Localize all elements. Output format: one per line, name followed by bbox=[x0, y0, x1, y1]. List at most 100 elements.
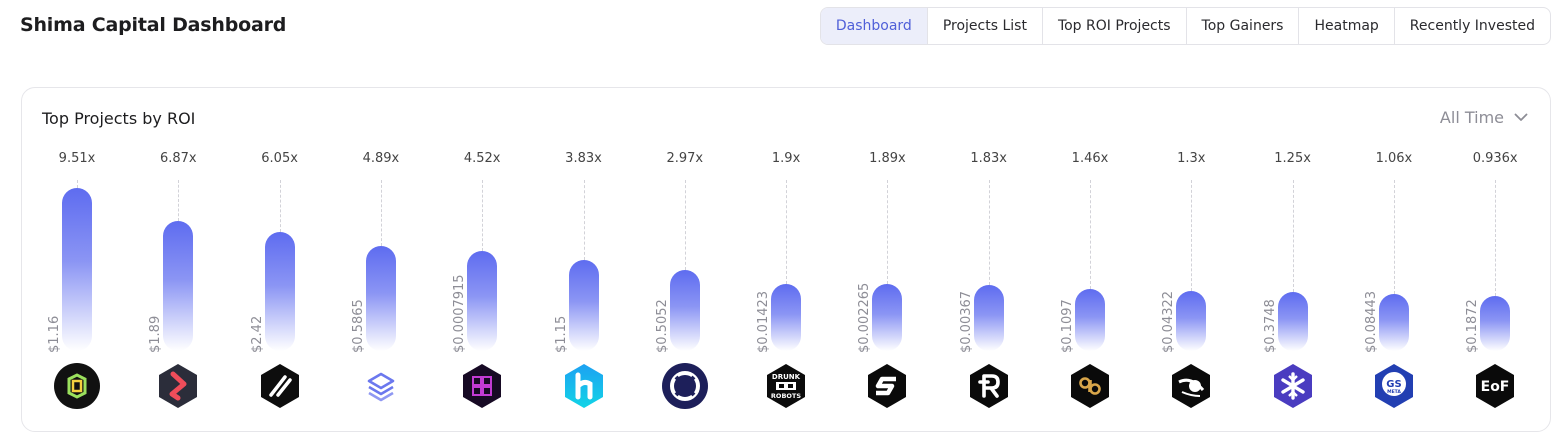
project-column[interactable]: 1.25x $0.3748 bbox=[1245, 88, 1341, 433]
blue-h-logo-icon[interactable] bbox=[560, 362, 608, 410]
roi-bar[interactable] bbox=[163, 221, 194, 351]
guide-line bbox=[583, 180, 585, 260]
black-r-logo-icon[interactable] bbox=[965, 362, 1013, 410]
roi-label: 1.89x bbox=[869, 151, 906, 166]
project-column[interactable]: 4.52x $0.0007915 bbox=[434, 88, 530, 433]
guide-line bbox=[1393, 180, 1395, 295]
tab-projects-list[interactable]: Projects List bbox=[928, 8, 1043, 44]
project-column[interactable]: 1.89x $0.002265 bbox=[839, 88, 935, 433]
svg-text:EoF: EoF bbox=[1481, 379, 1510, 395]
tab-dashboard[interactable]: Dashboard bbox=[820, 8, 928, 44]
roi-bar[interactable] bbox=[1378, 294, 1409, 351]
black-slash-logo-icon[interactable] bbox=[256, 362, 304, 410]
hexagon-green-logo-icon[interactable] bbox=[53, 362, 101, 410]
price-label: $0.0007915 bbox=[452, 274, 468, 353]
price-label: $0.1872 bbox=[1465, 299, 1481, 353]
project-column[interactable]: 1.83x $0.00367 bbox=[941, 88, 1037, 433]
price-label: $0.1097 bbox=[1060, 299, 1075, 353]
price-label: $0.04322 bbox=[1161, 290, 1177, 353]
roi-label: 4.52x bbox=[463, 151, 501, 166]
roi-label: 1.25x bbox=[1274, 151, 1311, 166]
top-projects-card: Top Projects by ROI All Time 9.51x $1.16 6… bbox=[21, 87, 1551, 432]
roi-label: 1.06x bbox=[1375, 151, 1413, 166]
black-swirl-logo-icon[interactable] bbox=[1167, 362, 1215, 410]
roi-label: 9.51x bbox=[58, 151, 96, 166]
price-label: $1.89 bbox=[148, 315, 164, 353]
price-label: $0.3748 bbox=[1262, 299, 1278, 353]
guide-line bbox=[77, 180, 78, 188]
guide-line bbox=[1292, 180, 1294, 293]
guide-line bbox=[887, 180, 889, 284]
eof-logo-icon[interactable]: EoF bbox=[1471, 362, 1519, 410]
project-column[interactable]: 6.87x $1.89 bbox=[130, 88, 226, 433]
roi-label: 6.87x bbox=[159, 151, 197, 166]
roi-bar[interactable] bbox=[264, 231, 295, 351]
project-column[interactable]: 3.83x $1.15 bbox=[536, 88, 632, 433]
project-column[interactable]: 4.89x $0.5865 bbox=[333, 88, 429, 433]
roi-label: 6.05x bbox=[261, 151, 298, 166]
gold-96-logo-icon[interactable] bbox=[1066, 362, 1114, 410]
roi-bar[interactable] bbox=[1075, 289, 1105, 351]
roi-label: 0.936x bbox=[1472, 151, 1518, 166]
black-s-logo-icon[interactable] bbox=[863, 362, 911, 410]
project-column[interactable]: 6.05x $2.42 bbox=[232, 88, 328, 433]
purple-snowflake-logo-icon[interactable] bbox=[1269, 362, 1317, 410]
purple-grid-logo-icon[interactable] bbox=[458, 362, 506, 410]
roi-label: 1.3x bbox=[1177, 151, 1206, 166]
drunk-robots-logo-icon[interactable]: DRUNK ROBOTS bbox=[762, 362, 810, 410]
project-column[interactable]: 1.06x $0.08443 GS META bbox=[1346, 88, 1442, 433]
roi-bar[interactable] bbox=[62, 188, 92, 351]
roi-bar[interactable] bbox=[973, 284, 1004, 351]
guide-line bbox=[279, 180, 281, 232]
project-column[interactable]: 0.936x $0.1872 EoF bbox=[1447, 88, 1543, 433]
price-label: $2.42 bbox=[249, 315, 265, 353]
price-label: $1.16 bbox=[47, 315, 62, 353]
project-column[interactable]: 1.9x $0.01423 DRUNK ROBOTS bbox=[738, 88, 834, 433]
roi-bar[interactable] bbox=[1277, 292, 1308, 351]
red-zigzag-logo-icon[interactable] bbox=[154, 362, 202, 410]
price-label: $0.5052 bbox=[654, 299, 670, 353]
blue-layers-logo-icon[interactable] bbox=[357, 362, 405, 410]
project-column[interactable]: 9.51x $1.16 bbox=[29, 88, 125, 433]
project-column[interactable]: 2.97x $0.5052 bbox=[637, 88, 733, 433]
guide-line bbox=[988, 180, 990, 285]
guide-line bbox=[1495, 180, 1497, 296]
roi-label: 1.9x bbox=[771, 151, 801, 166]
price-label: $0.5865 bbox=[350, 299, 366, 353]
price-label: $1.15 bbox=[553, 315, 569, 353]
price-label: $0.08443 bbox=[1363, 290, 1379, 353]
project-column[interactable]: 1.3x $0.04322 bbox=[1143, 88, 1239, 433]
svg-text:GS: GS bbox=[1386, 379, 1401, 390]
guide-line bbox=[1191, 180, 1193, 292]
guide-line bbox=[178, 180, 180, 222]
roi-bar[interactable] bbox=[771, 283, 802, 351]
guide-line bbox=[1090, 180, 1091, 290]
tab-heatmap[interactable]: Heatmap bbox=[1299, 8, 1395, 44]
roi-bar[interactable] bbox=[669, 270, 700, 351]
roi-bar[interactable] bbox=[365, 246, 396, 351]
roi-label: 3.83x bbox=[565, 151, 602, 166]
roi-label: 1.46x bbox=[1071, 151, 1109, 166]
roi-label: 1.83x bbox=[970, 151, 1007, 166]
gs-meta-logo-icon[interactable]: GS META bbox=[1370, 362, 1418, 410]
tab-recently-invested[interactable]: Recently Invested bbox=[1395, 8, 1550, 44]
roi-label: 2.97x bbox=[666, 151, 704, 166]
guide-line bbox=[380, 180, 382, 247]
tab-top-gainers[interactable]: Top Gainers bbox=[1187, 8, 1300, 44]
svg-text:ROBOTS: ROBOTS bbox=[771, 392, 801, 400]
svg-text:META: META bbox=[1387, 389, 1401, 395]
roi-bar[interactable] bbox=[568, 259, 599, 351]
project-column[interactable]: 1.46x $0.1097 bbox=[1042, 88, 1138, 433]
page-title: Shima Capital Dashboard bbox=[20, 14, 287, 36]
roi-bar[interactable] bbox=[1480, 296, 1511, 351]
roi-bar[interactable] bbox=[1176, 291, 1207, 351]
navy-ring-logo-icon[interactable] bbox=[661, 362, 709, 410]
roi-bar[interactable] bbox=[872, 283, 903, 351]
roi-label: 4.89x bbox=[362, 151, 400, 166]
price-label: $0.01423 bbox=[756, 290, 772, 353]
guide-line bbox=[684, 180, 686, 271]
roi-bar[interactable] bbox=[467, 250, 498, 351]
svg-text:DRUNK: DRUNK bbox=[772, 373, 801, 381]
nav-tabs: Dashboard Projects List Top ROI Projects… bbox=[819, 7, 1551, 45]
tab-top-roi-projects[interactable]: Top ROI Projects bbox=[1043, 8, 1187, 44]
